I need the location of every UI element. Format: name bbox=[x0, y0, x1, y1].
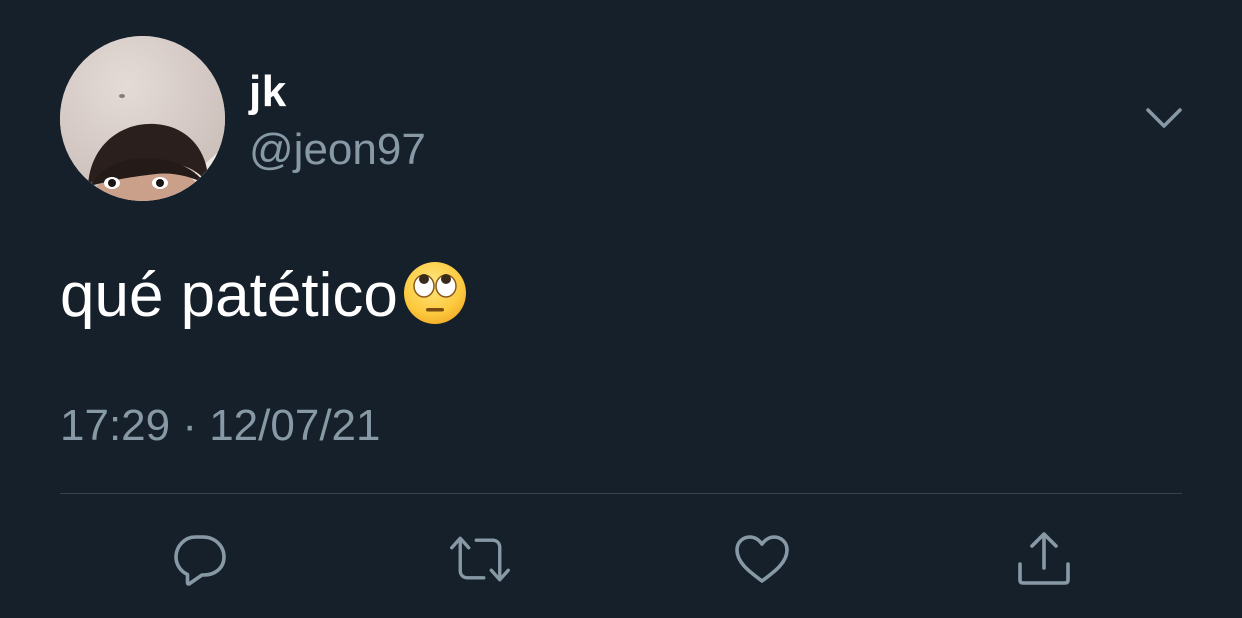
share-upload-icon bbox=[1018, 532, 1070, 585]
share-button[interactable] bbox=[1012, 528, 1076, 590]
tweet-text: qué patético bbox=[60, 261, 398, 330]
avatar[interactable] bbox=[60, 36, 225, 201]
profile-photo bbox=[60, 36, 225, 201]
like-button[interactable] bbox=[730, 528, 794, 590]
speech-bubble-icon bbox=[174, 535, 226, 586]
tweet-text-container: qué patético bbox=[60, 258, 468, 334]
reply-button[interactable] bbox=[168, 528, 232, 590]
retweet-icon bbox=[450, 536, 510, 582]
tweet-timestamp: 17:29 · 12/07/21 bbox=[60, 401, 381, 450]
retweet-button[interactable] bbox=[448, 528, 512, 590]
face-with-rolling-eyes-icon bbox=[402, 260, 468, 326]
tweet-detail: jk @jeon97 qué patético 17:29 · 12/07/21 bbox=[0, 0, 1242, 618]
display-name[interactable]: jk bbox=[249, 64, 287, 120]
more-options-button[interactable] bbox=[1138, 96, 1190, 140]
heart-icon bbox=[735, 535, 789, 583]
chevron-down-icon bbox=[1146, 108, 1182, 128]
user-handle[interactable]: @jeon97 bbox=[249, 122, 426, 178]
divider bbox=[60, 493, 1182, 494]
